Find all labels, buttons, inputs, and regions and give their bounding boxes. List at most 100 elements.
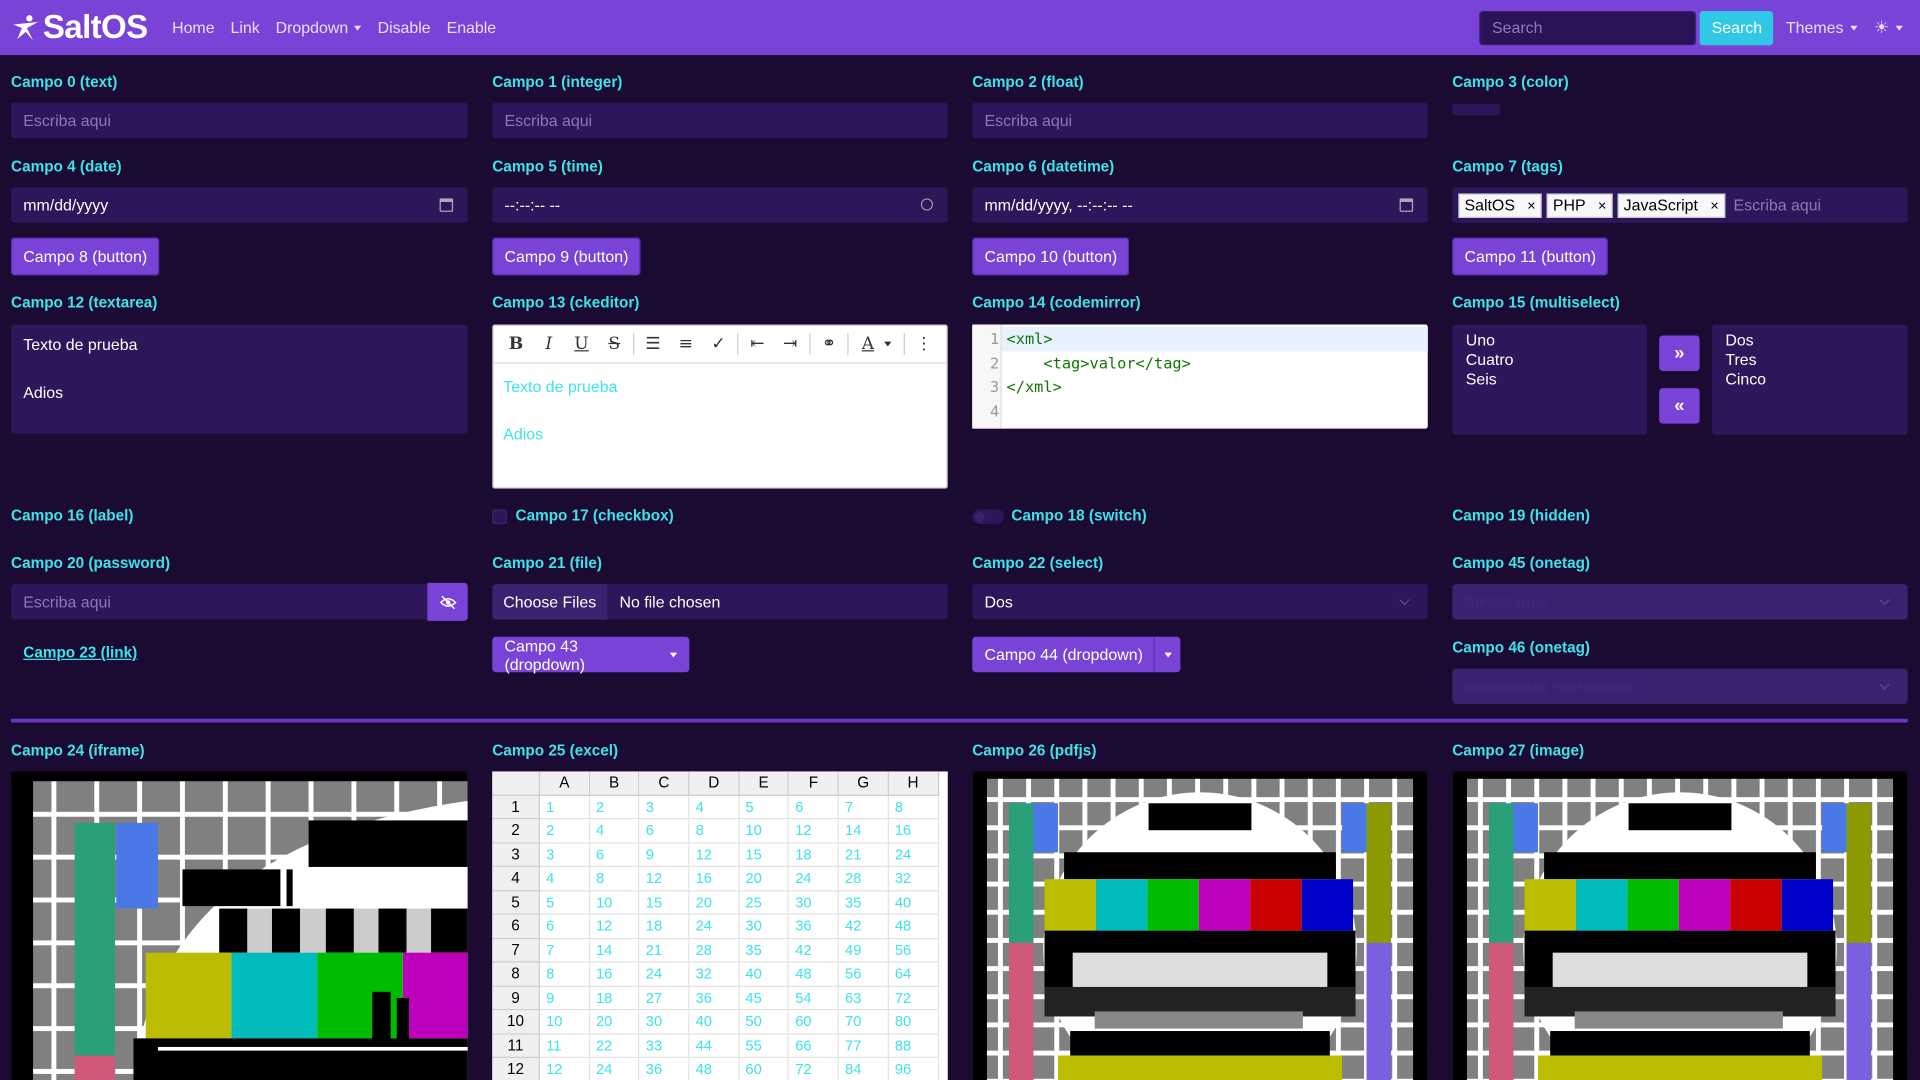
table-cell[interactable]: 70 [838,1010,889,1035]
table-cell[interactable]: 5 [540,890,590,915]
table-cell[interactable]: 45 [739,986,790,1011]
row-header[interactable]: 7 [492,938,541,963]
row-header[interactable]: 1 [492,795,541,820]
table-cell[interactable]: 66 [789,1034,839,1058]
table-cell[interactable]: 8 [689,819,740,844]
campo-8-button[interactable]: Campo 8 (button) [11,237,160,276]
table-cell[interactable]: 4 [589,819,640,844]
table-cell[interactable]: 10 [540,1010,590,1035]
table-cell[interactable]: 8 [589,866,640,891]
column-header[interactable]: H [888,771,939,796]
table-cell[interactable]: 54 [789,986,839,1011]
table-cell[interactable]: 11 [540,1034,590,1058]
table-cell[interactable]: 96 [889,1057,939,1080]
table-cell[interactable]: 12 [689,843,740,867]
table-cell[interactable]: 48 [789,962,839,987]
row-header[interactable]: 10 [492,1010,541,1035]
theme-mode-toggle[interactable]: ☀ [1874,17,1903,38]
table-cell[interactable]: 64 [888,962,939,987]
clock-icon[interactable] [920,198,934,211]
table-cell[interactable]: 6 [589,843,640,867]
color-picker[interactable] [1452,104,1501,116]
column-header[interactable]: A [540,771,590,796]
campo-23-link[interactable]: Campo 23 (link) [23,644,137,661]
image-viewer[interactable] [1452,771,1908,1080]
table-cell[interactable]: 20 [589,1010,640,1035]
table-cell[interactable]: 25 [739,890,790,915]
column-header[interactable]: E [739,771,790,796]
tag-remove-icon[interactable]: × [1710,197,1719,214]
table-cell[interactable]: 28 [838,866,889,891]
search-button[interactable]: Search [1700,10,1774,45]
bold-icon[interactable]: B [500,334,533,354]
table-cell[interactable]: 24 [590,1057,640,1080]
table-cell[interactable]: 9 [540,986,590,1011]
table-cell[interactable]: 1 [540,795,590,820]
table-cell[interactable]: 18 [589,986,640,1011]
nav-link-enable[interactable]: Enable [447,18,497,36]
table-cell[interactable]: 15 [639,890,690,915]
table-cell[interactable]: 28 [689,938,740,963]
table-cell[interactable]: 6 [789,795,839,820]
table-cell[interactable]: 8 [888,795,939,820]
time-input[interactable]: --:--:-- -- [492,187,948,223]
table-cell[interactable]: 21 [838,843,889,867]
iframe-test-card[interactable] [11,771,468,1080]
table-cell[interactable]: 10 [589,890,640,915]
multiselect-option[interactable]: Cinco [1725,370,1894,390]
text-input[interactable]: Escriba aqui [11,102,468,139]
table-cell[interactable]: 20 [739,866,790,891]
table-cell[interactable]: 72 [888,986,939,1011]
table-cell[interactable]: 40 [689,1010,740,1035]
row-header[interactable]: 9 [492,986,541,1011]
textarea[interactable]: Texto de prueba Adios [11,324,468,434]
table-cell[interactable]: 14 [838,819,889,844]
table-cell[interactable]: 24 [789,866,839,891]
font-color-icon[interactable]: A [852,334,885,354]
checkbox[interactable] [492,509,507,525]
choose-files-button[interactable]: Choose Files [492,584,608,620]
strikethrough-icon[interactable]: S [598,334,631,354]
table-cell[interactable]: 12 [789,819,839,844]
move-right-button[interactable]: » [1659,335,1700,372]
campo-44-dropdown[interactable]: Campo 44 (dropdown) [972,636,1181,673]
multiselect-selected[interactable]: Dos Tres Cinco [1711,324,1908,435]
brand[interactable]: SaltOS [11,9,148,47]
column-header[interactable]: C [639,771,690,796]
table-cell[interactable]: 2 [540,819,590,844]
row-header[interactable]: 8 [492,962,541,987]
table-cell[interactable]: 9 [639,843,690,867]
nav-link-link[interactable]: Link [230,18,259,36]
table-cell[interactable]: 40 [739,962,790,987]
onetag-select[interactable]: doscientos veinticinco [1452,668,1908,705]
table-cell[interactable]: 60 [739,1057,790,1080]
table-cell[interactable]: 30 [639,1010,690,1035]
italic-icon[interactable]: I [532,334,565,354]
table-cell[interactable]: 24 [639,962,690,987]
calendar-icon[interactable] [439,198,454,212]
table-cell[interactable]: 72 [789,1057,839,1080]
search-input[interactable] [1479,10,1697,45]
table-cell[interactable]: 32 [888,866,939,891]
table-cell[interactable]: 36 [789,914,839,939]
table-cell[interactable]: 35 [739,938,790,963]
tags-input[interactable]: SaltOS × PHP × JavaScript × Escriba aqui [1452,187,1908,223]
multiselect-available[interactable]: Uno Cuatro Seis [1452,324,1647,435]
campo-43-dropdown[interactable]: Campo 43 (dropdown) [492,636,690,673]
table-cell[interactable]: 42 [838,914,889,939]
column-header[interactable]: B [589,771,640,796]
row-header[interactable]: 5 [492,890,541,915]
table-cell[interactable]: 16 [888,819,939,844]
table-cell[interactable]: 18 [789,843,839,867]
table-cell[interactable]: 48 [689,1057,740,1080]
table-cell[interactable]: 5 [739,795,790,820]
campo-9-button[interactable]: Campo 9 (button) [492,237,641,276]
table-cell[interactable]: 84 [839,1057,889,1080]
column-header[interactable]: G [838,771,889,796]
tag-remove-icon[interactable]: × [1598,197,1607,214]
table-cell[interactable]: 77 [838,1034,889,1058]
more-icon[interactable]: ⋮ [908,334,941,354]
table-cell[interactable]: 3 [540,843,590,867]
move-left-button[interactable]: « [1659,388,1700,424]
table-cell[interactable]: 40 [888,890,939,915]
